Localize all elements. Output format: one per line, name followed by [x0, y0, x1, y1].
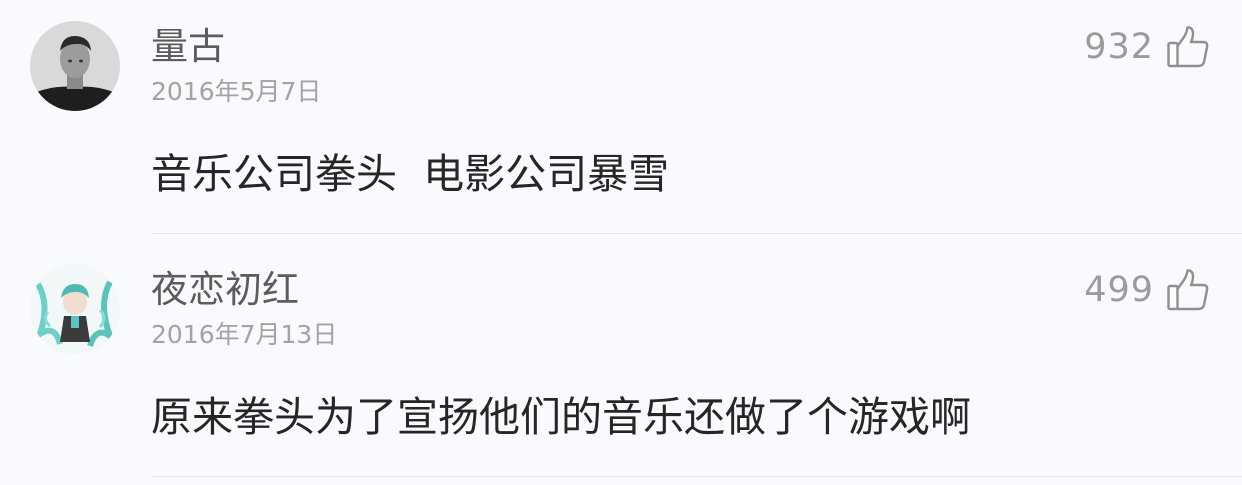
avatar[interactable] — [30, 264, 120, 354]
comment-date: 2016年5月7日 — [151, 77, 322, 106]
username[interactable]: 夜恋初红 — [151, 264, 299, 316]
username[interactable]: 量古 — [151, 21, 225, 73]
divider — [151, 233, 1242, 234]
thumbs-up-icon[interactable] — [1166, 25, 1210, 69]
like-button[interactable]: 499 — [1084, 267, 1210, 313]
like-count: 932 — [1084, 27, 1154, 67]
comment-content: 音乐公司拳头 电影公司暴雪 — [151, 150, 670, 198]
comment-item: 夜恋初红 2016年7月13日 499 原来拳头为了宣扬他们的音乐还做了个游戏啊 — [0, 243, 1242, 485]
divider — [151, 476, 1242, 477]
like-button[interactable]: 932 — [1084, 24, 1210, 70]
comment-content: 原来拳头为了宣扬他们的音乐还做了个游戏啊 — [151, 393, 971, 441]
comment-item: 量古 2016年5月7日 932 音乐公司拳头 电影公司暴雪 — [0, 0, 1242, 242]
comment-date: 2016年7月13日 — [151, 320, 338, 349]
like-count: 499 — [1084, 270, 1154, 310]
avatar[interactable] — [30, 21, 120, 111]
thumbs-up-icon[interactable] — [1166, 268, 1210, 312]
